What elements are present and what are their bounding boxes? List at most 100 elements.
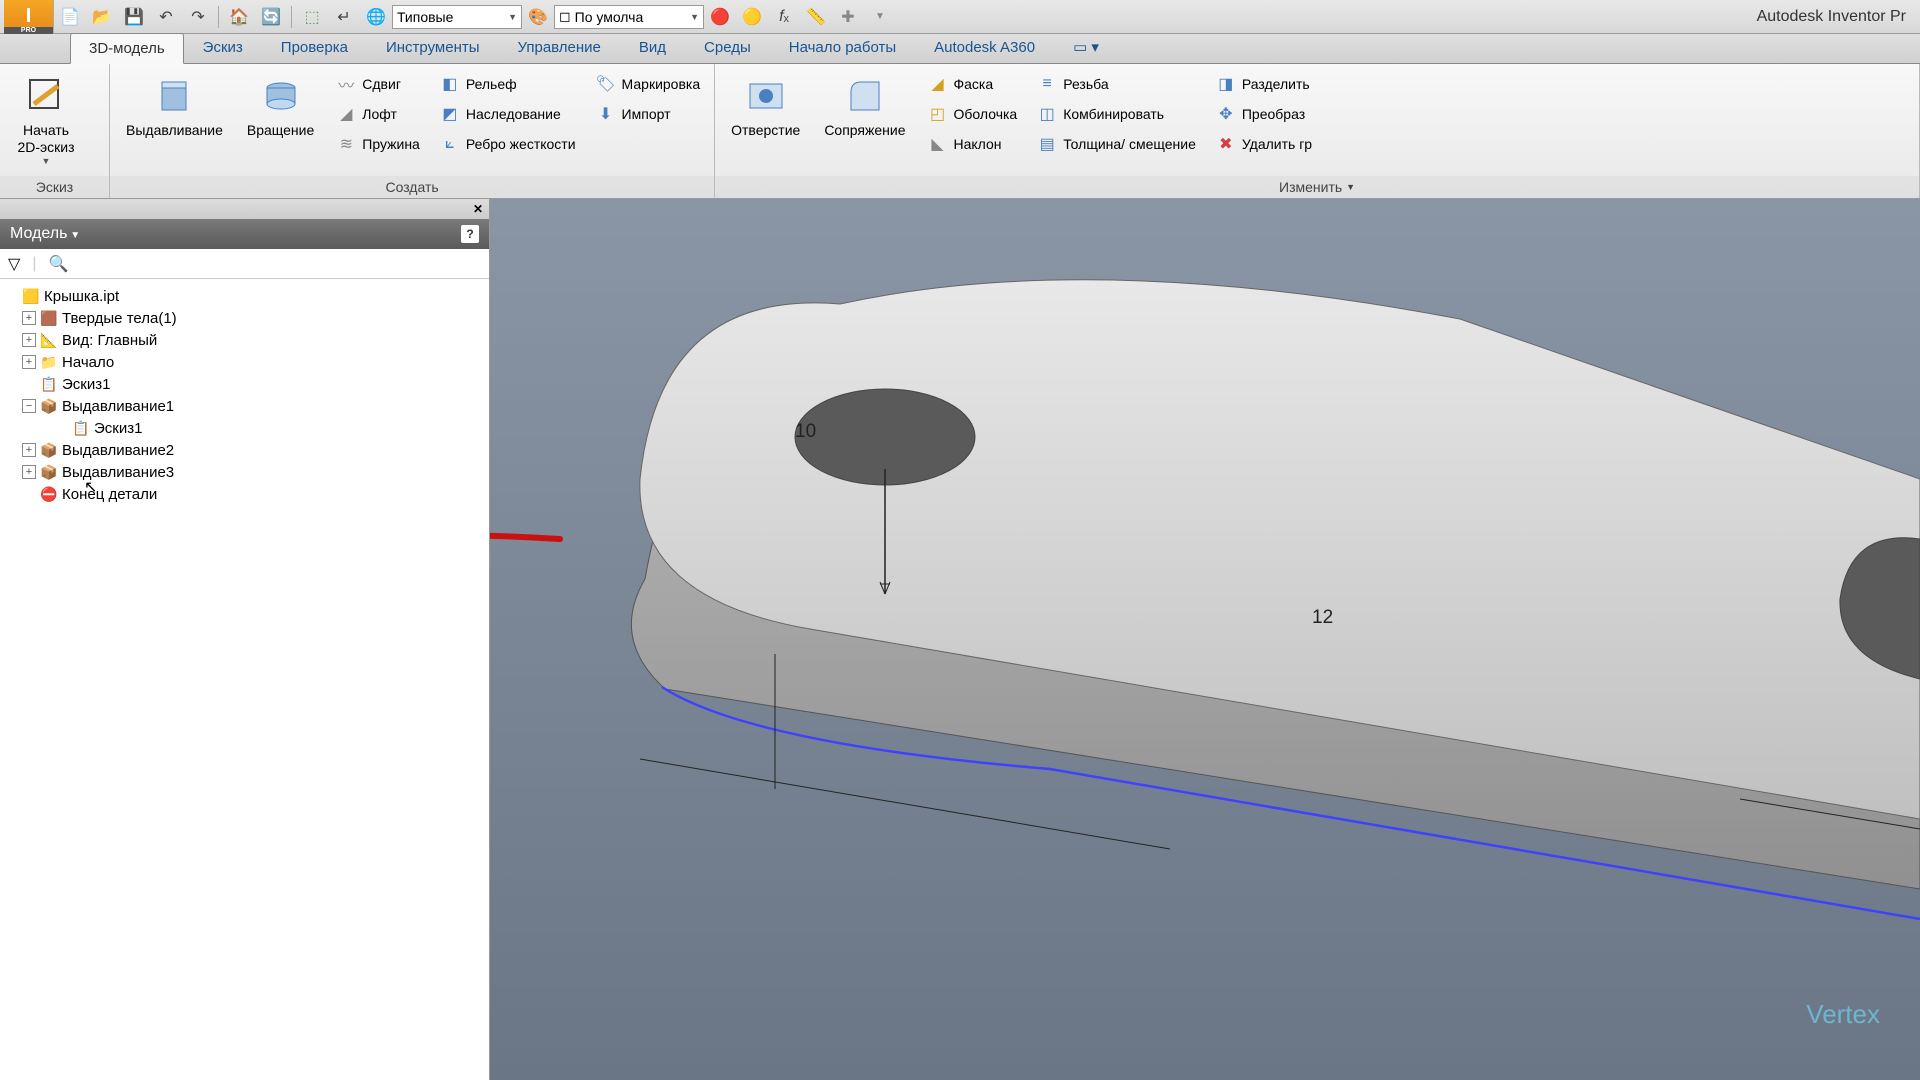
coil-button[interactable]: ≋Пружина [328, 130, 428, 158]
thicken-button[interactable]: ▤Толщина/ смещение [1029, 130, 1204, 158]
save-btn[interactable]: 💾 [118, 3, 150, 31]
tree-solid-bodies[interactable]: +🟫Твердые тела(1) [4, 307, 485, 329]
home-btn[interactable]: 🏠 [223, 3, 255, 31]
draft-icon: ◣ [928, 134, 948, 154]
find-icon[interactable]: 🔍 [48, 254, 68, 274]
plus-btn[interactable]: ✚ [832, 3, 864, 31]
tree-end-of-part[interactable]: ⛔Конец детали [4, 483, 485, 505]
shell-button[interactable]: ◰Оболочка [920, 100, 1026, 128]
combine-icon: ◫ [1037, 104, 1057, 124]
draft-button[interactable]: ◣Наклон [920, 130, 1026, 158]
sweep-button[interactable]: 〰Сдвиг [328, 70, 428, 98]
thread-icon: ≡ [1037, 74, 1057, 94]
decal-icon: 🏷 [596, 74, 616, 94]
material-dropdown[interactable]: Типовые [392, 5, 522, 29]
extrude-button[interactable]: Выдавливание [116, 70, 233, 143]
move-body-button[interactable]: ✥Преобраз [1208, 100, 1320, 128]
tab-a360[interactable]: Autodesk A360 [915, 32, 1054, 63]
tab-3d-model[interactable]: 3D-модель [70, 33, 184, 64]
delete-icon: ✖ [1216, 134, 1236, 154]
fillet-button[interactable]: Сопряжение [814, 70, 915, 143]
param-btn[interactable]: 📏 [800, 3, 832, 31]
combine-button[interactable]: ◫Комбинировать [1029, 100, 1204, 128]
chamfer-button[interactable]: ◢Фаска [920, 70, 1026, 98]
sketch-icon [24, 74, 68, 118]
tab-get-started[interactable]: Начало работы [770, 32, 915, 63]
thicken-icon: ▤ [1037, 134, 1057, 154]
tab-view[interactable]: Вид [620, 32, 685, 63]
split-icon: ◨ [1216, 74, 1236, 94]
split-button[interactable]: ◨Разделить [1208, 70, 1320, 98]
move-icon: ✥ [1216, 104, 1236, 124]
ribbon: Начать 2D-эскиз ▼ Эскиз Выдавливание Вра… [0, 64, 1920, 199]
tree-view[interactable]: +📐Вид: Главный [4, 329, 485, 351]
model-browser: ✕ Модель ? ▽ | 🔍 🟨Крышка.ipt +🟫Твердые т… [0, 199, 490, 1080]
tab-inspect[interactable]: Проверка [262, 32, 367, 63]
derive-button[interactable]: ◩Наследование [432, 100, 584, 128]
update-btn[interactable]: 🔄 [255, 3, 287, 31]
tree-extrude2[interactable]: +📦Выдавливание2 [4, 439, 485, 461]
app-title: Autodesk Inventor Pr [1757, 8, 1916, 26]
tree-origin[interactable]: +📁Начало [4, 351, 485, 373]
hole-button[interactable]: Отверстие [721, 70, 810, 143]
import-button[interactable]: ⬇Импорт [588, 100, 709, 128]
tree-extrude3[interactable]: +📦Выдавливание3 [4, 461, 485, 483]
qat-dropdown-icon[interactable]: ▼ [864, 3, 896, 31]
select-btn[interactable]: ⬚ [296, 3, 328, 31]
tree-extrude1[interactable]: −📦Выдавливание1 [4, 395, 485, 417]
tab-manage[interactable]: Управление [499, 32, 620, 63]
panel-create: Выдавливание Вращение 〰Сдвиг ◢Лофт ≋Пруж… [110, 64, 715, 198]
loft-button[interactable]: ◢Лофт [328, 100, 428, 128]
shell-icon: ◰ [928, 104, 948, 124]
panel-sketch-label: Эскиз [0, 176, 109, 198]
filter-icon[interactable]: ▽ [8, 254, 20, 274]
globe-btn[interactable]: 🌐 [360, 3, 392, 31]
return-btn[interactable]: ↵ [328, 3, 360, 31]
tab-tools[interactable]: Инструменты [367, 32, 499, 63]
tab-extra[interactable]: ▭ ▾ [1054, 31, 1118, 63]
emboss-icon: ◧ [440, 74, 460, 94]
help-icon[interactable]: ? [461, 225, 479, 243]
start-sketch-button[interactable]: Начать 2D-эскиз ▼ [6, 70, 86, 170]
browser-title-bar[interactable]: Модель ? [0, 219, 489, 249]
model-tree: 🟨Крышка.ipt +🟫Твердые тела(1) +📐Вид: Гла… [0, 279, 489, 1080]
appearance-dropdown[interactable]: ◻По умолча [554, 5, 704, 29]
sweep-icon: 〰 [336, 74, 356, 94]
expander-icon[interactable]: + [22, 311, 36, 325]
open-btn[interactable]: 📂 [86, 3, 118, 31]
fx-btn[interactable]: fₓ [768, 3, 800, 31]
viewport[interactable]: 10 12 Vertex [490, 199, 1920, 1080]
undo-btn[interactable]: ↶ [150, 3, 182, 31]
tab-environments[interactable]: Среды [685, 32, 770, 63]
ribbon-tabs: 3D-модель Эскиз Проверка Инструменты Упр… [0, 34, 1920, 64]
redo-btn[interactable]: ↷ [182, 3, 214, 31]
swatch2-btn[interactable]: 🟡 [736, 3, 768, 31]
tab-sketch[interactable]: Эскиз [184, 32, 262, 63]
delete-face-button[interactable]: ✖Удалить гр [1208, 130, 1320, 158]
dimension-12: 12 [1312, 607, 1333, 629]
decal-button[interactable]: 🏷Маркировка [588, 70, 709, 98]
color-swatch-icon[interactable]: 🎨 [522, 3, 554, 31]
extrude-icon [152, 74, 196, 118]
panel-modify-label[interactable]: Изменить ▼ [715, 176, 1919, 198]
chamfer-icon: ◢ [928, 74, 948, 94]
tree-root[interactable]: 🟨Крышка.ipt [4, 285, 485, 307]
coil-icon: ≋ [336, 134, 356, 154]
swatch1-btn[interactable]: 🔴 [704, 3, 736, 31]
new-btn[interactable]: 📄 [54, 3, 86, 31]
model-render [490, 199, 1920, 1079]
revolve-button[interactable]: Вращение [237, 70, 324, 143]
tree-sketch1-child[interactable]: 📋Эскиз1 [4, 417, 485, 439]
tree-sketch1[interactable]: 📋Эскиз1 [4, 373, 485, 395]
panel-modify: Отверстие Сопряжение ◢Фаска ◰Оболочка ◣Н… [715, 64, 1920, 198]
emboss-button[interactable]: ◧Рельеф [432, 70, 584, 98]
watermark: Vertex [1806, 999, 1880, 1030]
thread-button[interactable]: ≡Резьба [1029, 70, 1204, 98]
main-area: ✕ Модель ? ▽ | 🔍 🟨Крышка.ipt +🟫Твердые т… [0, 199, 1920, 1080]
cursor-icon: ↖ [84, 477, 97, 497]
rib-button[interactable]: ⟀Ребро жесткости [432, 130, 584, 158]
quick-access-toolbar: I 📄 📂 💾 ↶ ↷ 🏠 🔄 ⬚ ↵ 🌐 Типовые 🎨 ◻По умол… [0, 0, 1920, 34]
browser-close-icon[interactable]: ✕ [473, 202, 483, 216]
app-icon[interactable]: I [4, 0, 54, 34]
hole-icon [744, 74, 788, 118]
